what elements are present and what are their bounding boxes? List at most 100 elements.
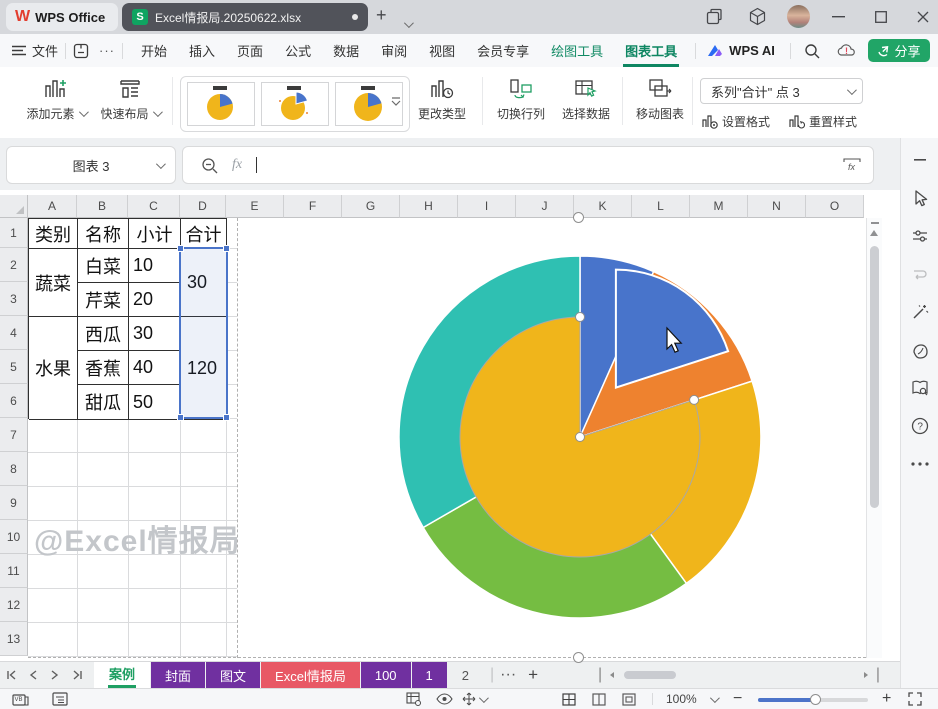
zoom-out-icon[interactable]: [201, 157, 218, 174]
more-tools-icon[interactable]: [908, 452, 932, 476]
selection-handle[interactable]: [223, 245, 230, 252]
row-header[interactable]: 8: [0, 452, 28, 486]
row-header[interactable]: 12: [0, 588, 28, 622]
menu-item[interactable]: 审阅: [370, 41, 418, 60]
select-all-corner[interactable]: [0, 195, 28, 218]
set-format-button[interactable]: 设置格式: [701, 113, 770, 130]
search-icon[interactable]: [804, 43, 820, 59]
book-search-icon[interactable]: [908, 376, 932, 400]
reset-style-button[interactable]: 重置样式: [788, 113, 857, 130]
row-header[interactable]: 4: [0, 316, 28, 350]
name-box[interactable]: 图表 3: [6, 146, 176, 184]
more-menu-icon[interactable]: ···: [99, 43, 115, 58]
cell-subtotal[interactable]: 40: [129, 351, 181, 385]
chart-style-1[interactable]: [187, 82, 255, 126]
move-anchor-icon[interactable]: [462, 691, 486, 707]
page-break-view-icon[interactable]: [622, 691, 636, 707]
row-header[interactable]: 11: [0, 554, 28, 588]
select-data-button[interactable]: 选择数据: [554, 77, 618, 122]
series-selector-dropdown[interactable]: 系列"合计" 点 3: [700, 78, 863, 104]
tab-list-chevron-icon[interactable]: [404, 18, 414, 28]
cell-name[interactable]: 芹菜: [78, 283, 129, 317]
header-cell-total[interactable]: 合计: [181, 219, 227, 249]
maximize-button[interactable]: [875, 11, 887, 23]
header-cell-category[interactable]: 类别: [29, 219, 78, 249]
expand-formula-bar-icon[interactable]: fx: [843, 158, 861, 172]
zoom-out-button[interactable]: −: [733, 691, 742, 707]
chart-resize-handle-bottom[interactable]: [573, 652, 584, 663]
move-chart-button[interactable]: 移动图表: [628, 77, 692, 122]
save-icon[interactable]: [73, 43, 89, 59]
scroll-right-icon[interactable]: [862, 671, 870, 679]
column-header[interactable]: A: [28, 195, 77, 218]
add-element-button[interactable]: 添加元素: [18, 77, 94, 122]
pie-chart[interactable]: [237, 218, 866, 658]
help-icon[interactable]: ?: [908, 414, 932, 438]
sheet-tab[interactable]: 案例: [94, 662, 150, 688]
cell-subtotal[interactable]: 10: [129, 249, 181, 283]
chart-style-2[interactable]: [261, 82, 329, 126]
more-sheets-button[interactable]: ···: [500, 662, 516, 688]
new-tab-button[interactable]: +: [376, 6, 387, 24]
column-header[interactable]: L: [632, 195, 690, 218]
next-sheet-icon[interactable]: [44, 662, 66, 688]
vertical-scrollbar[interactable]: [866, 218, 882, 658]
row-header[interactable]: 5: [0, 350, 28, 384]
zoom-slider-knob[interactable]: [810, 694, 821, 705]
last-sheet-icon[interactable]: [66, 662, 88, 688]
header-cell-name[interactable]: 名称: [78, 219, 129, 249]
row-header[interactable]: 7: [0, 418, 28, 452]
row-header[interactable]: 6: [0, 384, 28, 418]
selection-handle[interactable]: [177, 245, 184, 252]
horizontal-scroll-thumb[interactable]: [624, 671, 676, 679]
row-header[interactable]: 1: [0, 218, 28, 248]
sheet-tab[interactable]: 2: [448, 662, 483, 688]
formula-bar[interactable]: fx fx: [182, 146, 874, 184]
minimize-button[interactable]: [832, 16, 845, 18]
scroll-up-icon[interactable]: [870, 230, 878, 236]
menu-item-draw-tools[interactable]: 绘图工具: [540, 41, 614, 60]
column-header[interactable]: G: [342, 195, 400, 218]
eco-hand-icon[interactable]: [908, 338, 932, 362]
fullscreen-icon[interactable]: [908, 691, 922, 707]
user-avatar[interactable]: [787, 5, 810, 28]
menu-item[interactable]: 页面: [226, 41, 274, 60]
column-header[interactable]: F: [284, 195, 342, 218]
add-sheet-button[interactable]: +: [528, 662, 538, 688]
menu-item[interactable]: 会员专享: [466, 41, 540, 60]
menu-item[interactable]: 插入: [178, 41, 226, 60]
sheet-tab[interactable]: Excel情报局: [261, 662, 360, 688]
column-header[interactable]: C: [128, 195, 180, 218]
cell-subtotal[interactable]: 30: [129, 317, 181, 351]
horizontal-scrollbar[interactable]: | |: [598, 667, 880, 683]
quick-layout-button[interactable]: 快速布局: [92, 77, 168, 122]
column-header[interactable]: D: [180, 195, 226, 218]
zoom-level-label[interactable]: 100%: [666, 691, 697, 707]
row-header[interactable]: 13: [0, 622, 28, 656]
column-header[interactable]: M: [690, 195, 748, 218]
app-tab[interactable]: W WPS Office: [6, 3, 118, 31]
row-header[interactable]: 2: [0, 248, 28, 282]
menu-item[interactable]: 视图: [418, 41, 466, 60]
sheet-tab[interactable]: 100: [361, 662, 411, 688]
scroll-left-icon[interactable]: [608, 671, 616, 679]
header-cell-subtotal[interactable]: 小计: [129, 219, 181, 249]
row-header[interactable]: 3: [0, 282, 28, 316]
magic-wand-icon[interactable]: [908, 300, 932, 324]
column-header[interactable]: E: [226, 195, 284, 218]
cell-name[interactable]: 甜瓜: [78, 385, 129, 420]
cell-name[interactable]: 白菜: [78, 249, 129, 283]
menu-item-chart-tools-active[interactable]: 图表工具: [623, 35, 679, 67]
column-header[interactable]: B: [77, 195, 128, 218]
chart-resize-handle-top[interactable]: [573, 212, 584, 223]
switch-row-col-button[interactable]: 切换行列: [489, 77, 553, 122]
sheet-tab[interactable]: 图文: [206, 662, 260, 688]
row-header[interactable]: 9: [0, 486, 28, 520]
document-tab[interactable]: S Excel情报局.20250622.xlsx: [122, 3, 368, 31]
collapse-ribbon-icon[interactable]: [908, 148, 932, 172]
window-stack-icon[interactable]: [706, 8, 723, 25]
file-menu[interactable]: 文件: [12, 41, 58, 60]
eye-icon[interactable]: [436, 691, 453, 707]
page-layout-view-icon[interactable]: [592, 691, 606, 707]
menu-item[interactable]: 开始: [130, 41, 178, 60]
